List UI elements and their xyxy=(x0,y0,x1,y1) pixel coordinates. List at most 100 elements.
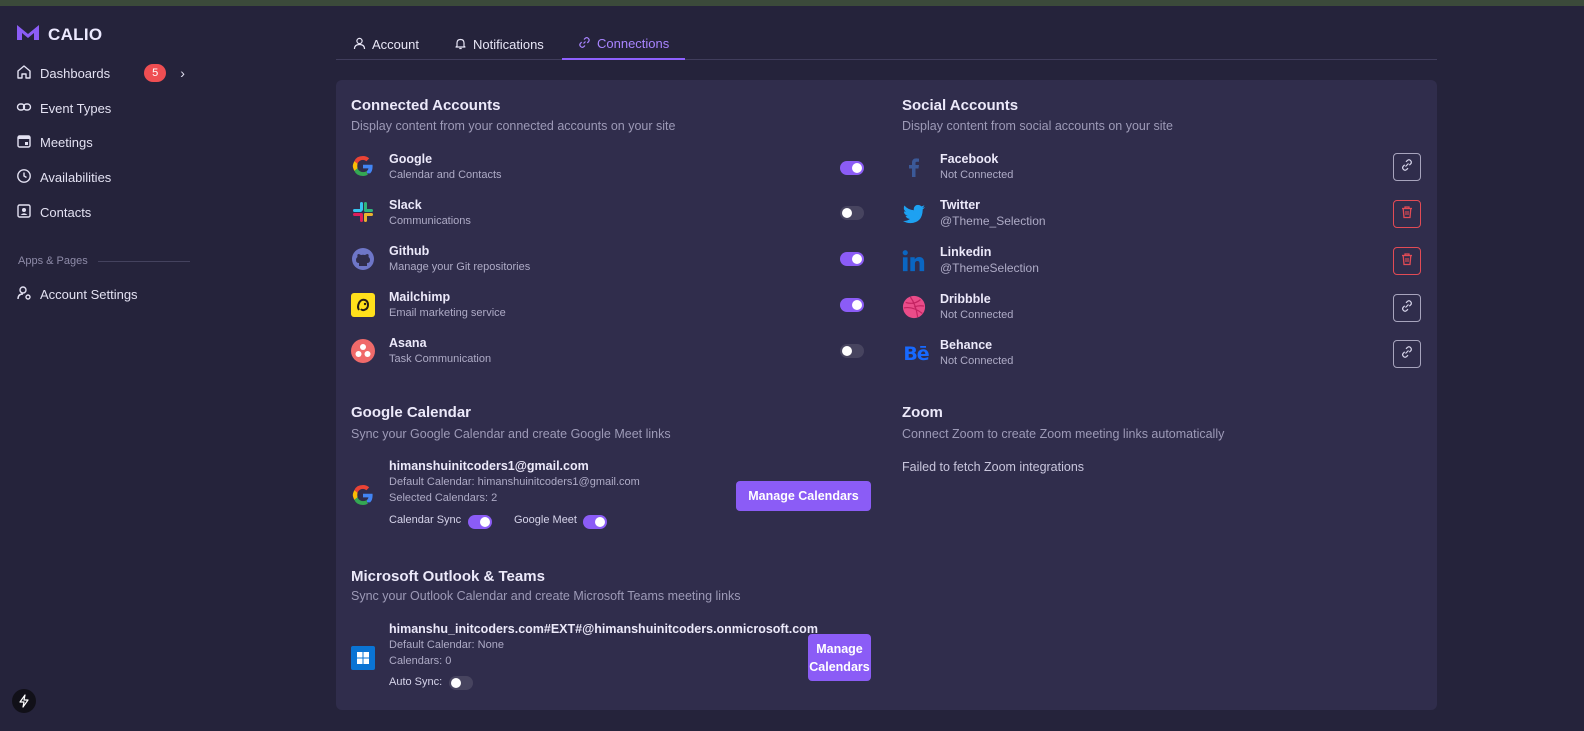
lightning-icon[interactable] xyxy=(12,689,36,713)
linkedin-info: Linkedin @ThemeSelection xyxy=(940,245,1039,275)
clock-icon xyxy=(16,168,32,187)
connected-account-slack xyxy=(351,200,375,224)
google-calendar-info: himanshuinitcoders1@gmail.com Default Ca… xyxy=(389,458,640,506)
auto-sync-label: Auto Sync: xyxy=(389,676,443,688)
tab-account[interactable]: Account xyxy=(337,29,435,60)
mailchimp-info: Mailchimp Email marketing service xyxy=(389,290,506,319)
google-meet-toggle[interactable] xyxy=(583,515,607,529)
link-icon xyxy=(1400,158,1414,177)
google-icon xyxy=(351,154,375,178)
zoom-title: Zoom xyxy=(902,404,943,421)
calendar-icon xyxy=(16,133,32,152)
bell-icon xyxy=(454,37,467,53)
link-icon xyxy=(16,99,32,118)
social-account-linkedin xyxy=(902,249,926,273)
notification-badge: 5 xyxy=(144,64,167,82)
window-top-bar xyxy=(0,0,1584,6)
mailchimp-icon xyxy=(351,293,375,317)
sidebar: CALIO Dashboards 5 › Event Types Meeting… xyxy=(0,6,200,731)
google-selected-calendars: Selected Calendars: 2 xyxy=(389,492,498,504)
brand-name: CALIO xyxy=(48,24,103,44)
settings-tabs: Account Notifications Connections xyxy=(336,29,1437,60)
calendar-sync-label: Calendar Sync xyxy=(389,514,462,526)
contact-card-icon xyxy=(16,203,32,222)
asana-info: Asana Task Communication xyxy=(389,336,492,365)
github-info: Github Manage your Git repositories xyxy=(389,244,531,273)
chevron-right-icon: › xyxy=(180,65,185,81)
outlook-manage-calendars-button[interactable]: Manage Calendars xyxy=(808,634,871,681)
slack-toggle[interactable] xyxy=(840,206,864,220)
zoom-subtitle: Connect Zoom to create Zoom meeting link… xyxy=(902,427,1225,441)
link-icon xyxy=(1400,345,1414,364)
google-toggle[interactable] xyxy=(840,161,864,175)
tab-notifications[interactable]: Notifications xyxy=(438,29,560,60)
google-calendar-logo xyxy=(351,483,375,507)
social-account-facebook xyxy=(902,155,926,179)
auto-sync-toggle[interactable] xyxy=(449,676,473,690)
slack-icon xyxy=(351,200,375,224)
google-meet-label: Google Meet xyxy=(514,514,577,526)
windows-icon xyxy=(351,646,375,670)
google-calendar-subtitle: Sync your Google Calendar and create Goo… xyxy=(351,427,671,441)
dribbble-connect-button[interactable] xyxy=(1393,294,1421,322)
tab-connections[interactable]: Connections xyxy=(562,29,686,60)
sidebar-item-label: Account Settings xyxy=(40,286,138,302)
sidebar-item-meetings[interactable]: Meetings xyxy=(16,132,93,152)
github-toggle[interactable] xyxy=(840,252,864,266)
sidebar-item-label: Availabilities xyxy=(40,169,112,185)
link-icon xyxy=(578,36,591,52)
behance-connect-button[interactable] xyxy=(1393,340,1421,368)
outlook-email: himanshu_initcoders.com#EXT#@himanshuini… xyxy=(389,622,818,636)
asana-toggle[interactable] xyxy=(840,344,864,358)
outlook-logo xyxy=(351,646,375,670)
outlook-calendars-count: Calendars: 0 xyxy=(389,655,452,667)
facebook-info: Facebook Not Connected xyxy=(940,152,1014,181)
connected-account-mailchimp xyxy=(351,293,375,317)
google-calendar-email: himanshuinitcoders1@gmail.com xyxy=(389,459,589,473)
zoom-error-message: Failed to fetch Zoom integrations xyxy=(902,460,1085,474)
connected-account-asana xyxy=(351,339,375,363)
connected-account-github xyxy=(351,247,375,271)
social-accounts-subtitle: Display content from social accounts on … xyxy=(902,119,1173,133)
calendar-sync-toggle[interactable] xyxy=(468,515,492,529)
sidebar-item-event-types[interactable]: Event Types xyxy=(16,98,111,118)
twitter-info: Twitter @Theme_Selection xyxy=(940,198,1046,228)
divider xyxy=(97,260,190,262)
connected-accounts-subtitle: Display content from your connected acco… xyxy=(351,119,676,133)
sidebar-item-label: Meetings xyxy=(40,134,93,150)
link-icon xyxy=(1400,299,1414,318)
sidebar-item-label: Contacts xyxy=(40,204,92,220)
dribbble-icon xyxy=(902,295,926,319)
mailchimp-toggle[interactable] xyxy=(840,298,864,312)
facebook-connect-button[interactable] xyxy=(1393,153,1421,181)
behance-info: Behance Not Connected xyxy=(940,338,1014,367)
linkedin-icon xyxy=(902,249,926,273)
outlook-info: himanshu_initcoders.com#EXT#@himanshuini… xyxy=(389,621,818,669)
sidebar-item-account-settings[interactable]: Account Settings xyxy=(16,284,138,304)
trash-icon xyxy=(1400,205,1414,224)
connections-card: Connected Accounts Display content from … xyxy=(336,80,1437,710)
behance-icon: Bē xyxy=(903,343,929,365)
linkedin-disconnect-button[interactable] xyxy=(1393,247,1421,275)
outlook-subtitle: Sync your Outlook Calendar and create Mi… xyxy=(351,589,741,603)
sidebar-item-label: Event Types xyxy=(40,100,112,116)
facebook-icon xyxy=(902,155,926,179)
sidebar-item-contacts[interactable]: Contacts xyxy=(16,202,91,222)
google-default-calendar: Default Calendar: himanshuinitcoders1@gm… xyxy=(389,476,640,488)
asana-icon xyxy=(351,339,375,363)
google-info: Google Calendar and Contacts xyxy=(389,152,502,181)
sidebar-item-dashboards[interactable]: Dashboards 5 › xyxy=(16,63,185,83)
manage-calendars-button[interactable]: Manage Calendars xyxy=(736,481,871,511)
user-settings-icon xyxy=(16,285,32,304)
home-icon xyxy=(16,64,32,83)
outlook-title: Microsoft Outlook & Teams xyxy=(351,568,545,585)
connected-account-google xyxy=(351,154,375,178)
outlook-default-calendar: Default Calendar: None xyxy=(389,639,504,651)
github-icon xyxy=(351,247,375,271)
sidebar-item-availabilities[interactable]: Availabilities xyxy=(16,167,111,187)
google-calendar-title: Google Calendar xyxy=(351,404,472,421)
social-account-twitter xyxy=(902,202,926,226)
trash-icon xyxy=(1400,252,1414,271)
brand[interactable]: CALIO xyxy=(16,23,102,46)
twitter-disconnect-button[interactable] xyxy=(1393,200,1421,228)
